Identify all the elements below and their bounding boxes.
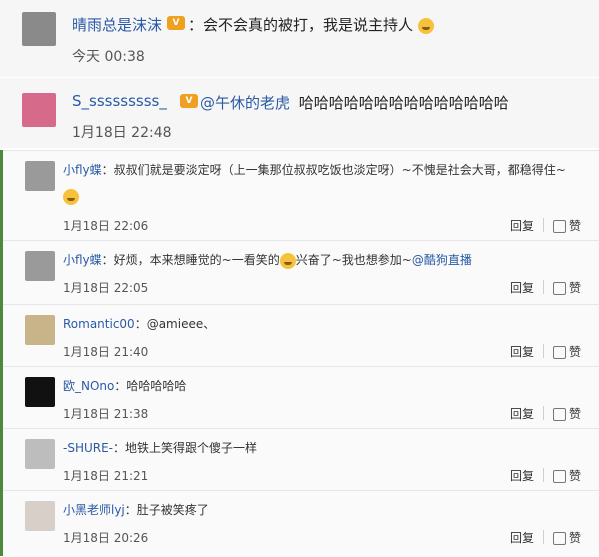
divider: [543, 530, 544, 544]
thumbs-up-icon: [553, 408, 566, 421]
reply-button[interactable]: 回复: [510, 529, 534, 546]
comment-author[interactable]: S_sssssssss_: [72, 92, 167, 110]
avatar[interactable]: [25, 161, 55, 191]
comment-body: ：会不会真的被打，我是说主持人: [188, 16, 414, 34]
reply-line: 欧_NOno：哈哈哈哈哈: [63, 377, 186, 394]
like-label: 赞: [569, 281, 582, 295]
reply-text: ：叔叔们就是要淡定呀（上一集那位叔叔吃饭也淡定呀）~不愧是社会大哥，都稳得住~: [101, 163, 566, 177]
laugh-emoji-icon: [279, 252, 296, 269]
vip-badge-icon: V: [167, 16, 185, 30]
mention-link[interactable]: @午休的老虎: [200, 94, 290, 112]
thumbs-up-icon: [553, 532, 566, 545]
like-button[interactable]: 赞: [553, 343, 581, 360]
thumbs-up-icon: [553, 282, 566, 295]
like-label: 赞: [569, 219, 582, 233]
like-button[interactable]: 赞: [553, 279, 581, 296]
comment-time: 今天 00:38: [72, 49, 145, 65]
reply-button[interactable]: 回复: [510, 405, 534, 422]
laugh-emoji-icon: [417, 17, 434, 34]
reply-text: ：肚子被笑疼了: [124, 503, 209, 517]
reply-item: 小fly蝶：叔叔们就是要淡定呀（上一集那位叔叔吃饭也淡定呀）~不愧是社会大哥，都…: [3, 150, 599, 241]
avatar[interactable]: [25, 439, 55, 469]
grin-emoji-icon: [63, 189, 79, 205]
reply-time: 1月18日 22:06: [63, 219, 149, 233]
mention-link[interactable]: @酷狗直播: [412, 253, 472, 267]
reply-author[interactable]: 小黑老师lyj: [63, 503, 125, 517]
like-button[interactable]: 赞: [553, 529, 581, 546]
like-label: 赞: [569, 407, 582, 421]
like-label: 赞: [569, 469, 582, 483]
reply-item: 小黑老师lyj：肚子被笑疼了 1月18日 20:26 回复 赞: [3, 490, 599, 557]
reply-author[interactable]: 小fly蝶: [63, 253, 102, 267]
reply-time: 1月18日 22:05: [63, 281, 149, 295]
reply-author[interactable]: 小fly蝶: [63, 163, 102, 177]
comment-text: ：会不会真的被打，我是说主持人: [188, 14, 434, 35]
reply-item: 小fly蝶：好烦，本来想睡觉的~一看笑的 兴奋了~我也想参加~@酷狗直播 1月18…: [3, 240, 599, 305]
reply-time: 1月18日 20:26: [63, 531, 149, 545]
avatar[interactable]: [22, 12, 56, 46]
comment-item: S_sssssssss_ V @午休的老虎 哈哈哈哈哈哈哈哈哈哈哈哈哈哈 1月1…: [0, 78, 599, 148]
reply-line: 小fly蝶：好烦，本来想睡觉的~一看笑的 兴奋了~我也想参加~@酷狗直播: [63, 251, 472, 269]
avatar[interactable]: [25, 501, 55, 531]
like-button[interactable]: 赞: [553, 467, 581, 484]
comment-body: 哈哈哈哈哈哈哈哈哈哈哈哈哈哈: [298, 94, 509, 112]
reply-item: 欧_NOno：哈哈哈哈哈 1月18日 21:38 回复 赞: [3, 366, 599, 429]
comment-time: 1月18日 22:48: [72, 125, 172, 141]
reply-time: 1月18日 21:40: [63, 345, 149, 359]
divider: [543, 344, 544, 358]
reply-line: 小黑老师lyj：肚子被笑疼了: [63, 501, 209, 518]
reply-author[interactable]: -SHURE-: [63, 441, 113, 455]
divider: [543, 468, 544, 482]
avatar[interactable]: [25, 251, 55, 281]
like-label: 赞: [569, 345, 582, 359]
comment-item: 晴雨总是沫沫 V ：会不会真的被打，我是说主持人 今天 00:38: [0, 0, 599, 77]
reply-button[interactable]: 回复: [510, 279, 534, 296]
like-button[interactable]: 赞: [553, 405, 581, 422]
avatar[interactable]: [22, 93, 56, 127]
thumbs-up-icon: [553, 346, 566, 359]
reply-time: 1月18日 21:21: [63, 469, 149, 483]
reply-line: -SHURE-：地铁上笑得跟个傻子一样: [63, 439, 257, 456]
divider: [543, 406, 544, 420]
reply-button[interactable]: 回复: [510, 217, 534, 234]
like-button[interactable]: 赞: [553, 217, 581, 234]
reply-text: ：好烦，本来想睡觉的~一看笑的: [101, 253, 280, 267]
like-label: 赞: [569, 531, 582, 545]
reply-button[interactable]: 回复: [510, 467, 534, 484]
comment-text: @午休的老虎 哈哈哈哈哈哈哈哈哈哈哈哈哈哈: [200, 92, 509, 113]
avatar[interactable]: [25, 315, 55, 345]
reply-button[interactable]: 回复: [510, 343, 534, 360]
reply-text-continued: 兴奋了~我也想参加~: [295, 253, 412, 267]
divider: [543, 218, 544, 232]
reply-item: -SHURE-：地铁上笑得跟个傻子一样 1月18日 21:21 回复 赞: [3, 428, 599, 491]
comment-author[interactable]: 晴雨总是沫沫: [72, 14, 162, 35]
reply-author[interactable]: 欧_NOno: [63, 379, 114, 393]
avatar[interactable]: [25, 377, 55, 407]
thumbs-up-icon: [553, 470, 566, 483]
reply-text: ：地铁上笑得跟个傻子一样: [113, 441, 258, 455]
reply-text: ：@amieee、: [134, 317, 216, 331]
reply-item: Romantic00：@amieee、 1月18日 21:40 回复 赞: [3, 304, 599, 367]
divider: [543, 280, 544, 294]
thumbs-up-icon: [553, 220, 566, 233]
reply-text: ：哈哈哈哈哈: [114, 379, 187, 393]
vip-badge-icon: V: [180, 94, 198, 108]
reply-author[interactable]: Romantic00: [63, 317, 135, 331]
reply-line: Romantic00：@amieee、: [63, 315, 215, 332]
reply-line: 小fly蝶：叔叔们就是要淡定呀（上一集那位叔叔吃饭也淡定呀）~不愧是社会大哥，都…: [63, 161, 566, 178]
reply-time: 1月18日 21:38: [63, 407, 149, 421]
